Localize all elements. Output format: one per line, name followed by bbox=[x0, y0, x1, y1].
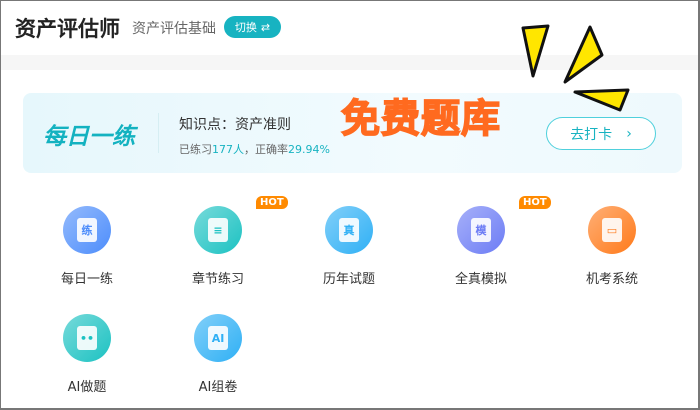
mock-exam-icon: 模 HOT bbox=[457, 196, 551, 254]
feature-label: 机考系统 bbox=[585, 272, 638, 287]
practiced-count: 177人 bbox=[212, 143, 244, 156]
icon-glyph: ▭ bbox=[602, 218, 622, 242]
ai-paper-icon: AI bbox=[194, 314, 242, 362]
feature-past-exams[interactable]: 真历年试题 bbox=[299, 206, 399, 287]
past-exams-icon: 真 bbox=[325, 206, 373, 254]
icon-glyph: 模 bbox=[471, 218, 491, 242]
feature-ai-practice[interactable]: •• AI做题 bbox=[37, 314, 137, 395]
feature-mock-exam[interactable]: 模 HOT 全真模拟 bbox=[431, 196, 551, 287]
switch-button[interactable]: 切换 ⇄ bbox=[224, 16, 281, 38]
daily-practice-icon: 练 bbox=[63, 206, 111, 254]
knowledge-point: 知识点：资产准则 bbox=[179, 117, 291, 133]
feature-label: 全真模拟 bbox=[454, 272, 507, 287]
computer-exam-icon: ▭ bbox=[588, 206, 636, 254]
hot-badge: HOT bbox=[256, 196, 288, 209]
hot-badge: HOT bbox=[519, 196, 551, 209]
icon-glyph: 真 bbox=[339, 218, 359, 242]
divider bbox=[158, 113, 159, 153]
feature-ai-paper[interactable]: AI AI组卷 bbox=[168, 314, 268, 395]
switch-label: 切换 bbox=[234, 21, 257, 34]
daily-title: 每日一练 bbox=[43, 124, 135, 150]
icon-glyph: 练 bbox=[77, 218, 97, 242]
subject-name: 资产评估基础 bbox=[132, 21, 216, 37]
page-title: 资产评估师 bbox=[15, 17, 120, 41]
stats-mid: ，正确率 bbox=[244, 143, 288, 156]
feature-computer-exam[interactable]: ▭ 机考系统 bbox=[562, 206, 662, 287]
checkin-label: 去打卡 bbox=[570, 126, 613, 143]
feature-label: AI做题 bbox=[67, 380, 107, 395]
icon-glyph: AI bbox=[208, 326, 228, 350]
promo-text: 免费题库 bbox=[340, 96, 502, 143]
feature-label: AI组卷 bbox=[198, 380, 238, 395]
sparkle-decoration-icon bbox=[521, 24, 630, 112]
feature-label: 历年试题 bbox=[322, 272, 375, 287]
chapter-practice-icon: ≡ HOT bbox=[194, 196, 288, 254]
ai-practice-icon: •• bbox=[63, 314, 111, 362]
practice-stats: 已练习177人，正确率29.94% bbox=[179, 141, 330, 157]
feature-label: 每日一练 bbox=[60, 272, 113, 287]
chevron-right-icon: › bbox=[626, 125, 632, 142]
feature-daily-practice[interactable]: 练每日一练 bbox=[37, 206, 137, 287]
accuracy-rate: 29.94% bbox=[288, 143, 330, 156]
checkin-button[interactable]: 去打卡 › bbox=[546, 117, 656, 150]
swap-arrows-icon: ⇄ bbox=[260, 20, 271, 34]
feature-label: 章节练习 bbox=[191, 272, 244, 287]
icon-glyph: •• bbox=[77, 326, 97, 350]
feature-chapter-practice[interactable]: ≡ HOT 章节练习 bbox=[168, 196, 288, 287]
stats-prefix: 已练习 bbox=[179, 143, 212, 156]
icon-glyph: ≡ bbox=[208, 218, 228, 242]
